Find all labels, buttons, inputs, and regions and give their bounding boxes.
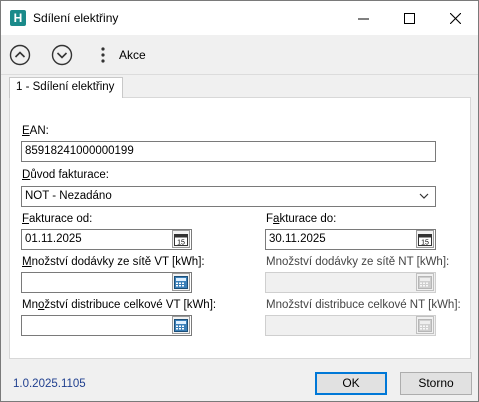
close-button[interactable]: [432, 1, 478, 35]
mnozstvi-dodavky-nt-calculator-button: [416, 273, 434, 291]
duvod-fakturace-label: Důvod fakturace:: [22, 169, 109, 181]
mnozstvi-distribuce-nt-label: Množství distribuce celkové NT [kWh]:: [266, 299, 461, 311]
fakturace-do-label: Fakturace do:: [266, 213, 337, 225]
fakturace-do-field[interactable]: 30.11.2025: [265, 229, 436, 250]
actions-menu-label[interactable]: Akce: [119, 48, 146, 62]
calculator-icon: [174, 318, 188, 332]
mnozstvi-distribuce-nt-field: [265, 315, 436, 336]
maximize-icon: [403, 12, 415, 24]
calculator-icon: [418, 318, 432, 332]
ean-field[interactable]: 85918241000000199: [21, 141, 436, 162]
next-record-icon[interactable]: [51, 44, 73, 66]
duvod-fakturace-value: NOT - Nezadáno: [25, 190, 112, 202]
duvod-fakturace-select[interactable]: NOT - Nezadáno: [21, 186, 436, 207]
version-label: 1.0.2025.1105: [13, 378, 86, 390]
fakturace-do-calendar-button[interactable]: 15: [416, 230, 434, 248]
fakturace-od-calendar-button[interactable]: 15: [172, 230, 190, 248]
mnozstvi-distribuce-vt-field[interactable]: [21, 315, 192, 336]
mnozstvi-distribuce-nt-calculator-button: [416, 316, 434, 334]
cancel-button[interactable]: Storno: [400, 372, 472, 395]
mnozstvi-dodavky-vt-calculator-button[interactable]: [172, 273, 190, 291]
calculator-icon: [418, 275, 432, 289]
calendar-icon: 15: [174, 233, 188, 246]
dialog-window: H Sdílení elektřiny Akce 1 - Sdílení ele…: [0, 0, 479, 402]
svg-text:15: 15: [177, 239, 185, 246]
previous-record-icon[interactable]: [9, 44, 31, 66]
chevron-down-icon: [419, 193, 429, 199]
more-actions-icon[interactable]: [96, 44, 110, 66]
maximize-button[interactable]: [386, 1, 432, 35]
calendar-icon: 15: [418, 233, 432, 246]
fakturace-od-label: Fakturace od:: [22, 213, 93, 225]
mnozstvi-dodavky-nt-label: Množství dodávky ze sítě NT [kWh]:: [266, 256, 450, 268]
window-title: Sdílení elektřiny: [33, 11, 119, 25]
tab-strip: 1 - Sdílení elektřiny: [1, 75, 478, 98]
mnozstvi-distribuce-vt-calculator-button[interactable]: [172, 316, 190, 334]
close-icon: [449, 12, 461, 24]
mnozstvi-dodavky-vt-field[interactable]: [21, 272, 192, 293]
ean-label: EAN:: [22, 125, 49, 137]
mnozstvi-distribuce-vt-label: Množství distribuce celkové VT [kWh]:: [22, 299, 217, 311]
mnozstvi-dodavky-vt-label: Množství dodávky ze sítě VT [kWh]:: [22, 256, 205, 268]
app-icon: H: [10, 10, 26, 26]
toolbar: Akce: [1, 35, 478, 75]
mnozstvi-dodavky-nt-field: [265, 272, 436, 293]
title-bar[interactable]: H Sdílení elektřiny: [1, 1, 478, 35]
minimize-icon: [357, 18, 369, 19]
ok-button[interactable]: OK: [315, 372, 387, 395]
tab-sdileni-elektriny[interactable]: 1 - Sdílení elektřiny: [9, 77, 123, 98]
minimize-button[interactable]: [340, 1, 386, 35]
calculator-icon: [174, 275, 188, 289]
fakturace-od-field[interactable]: 01.11.2025: [21, 229, 192, 250]
svg-text:15: 15: [421, 239, 429, 246]
